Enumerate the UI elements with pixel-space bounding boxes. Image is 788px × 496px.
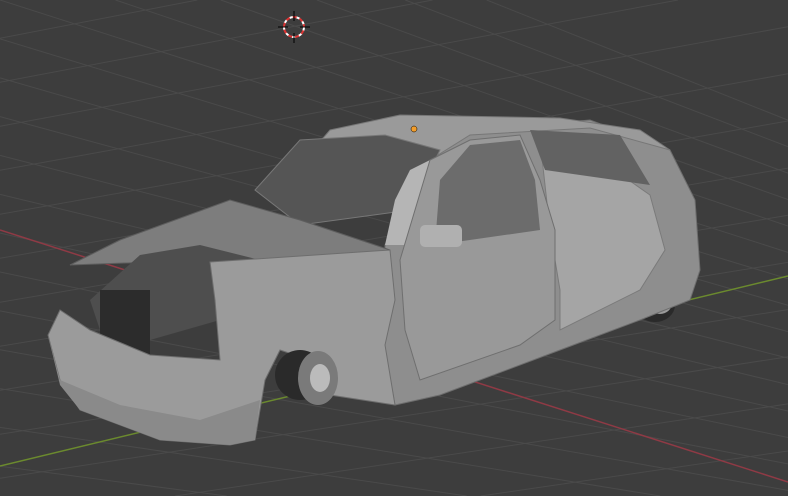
side-mirror — [420, 225, 462, 247]
object-origin-icon[interactable] — [410, 125, 418, 133]
grid-line — [175, 403, 788, 496]
grid-line — [0, 0, 198, 39]
3d-cursor-icon[interactable] — [278, 11, 310, 43]
viewport-canvas[interactable] — [0, 0, 788, 496]
grid-line — [0, 465, 227, 496]
3d-viewport[interactable] — [0, 0, 788, 496]
grid-line — [486, 0, 788, 121]
grid-line — [480, 450, 788, 496]
car-model[interactable] — [47, 114, 701, 446]
grid-line — [0, 0, 433, 83]
